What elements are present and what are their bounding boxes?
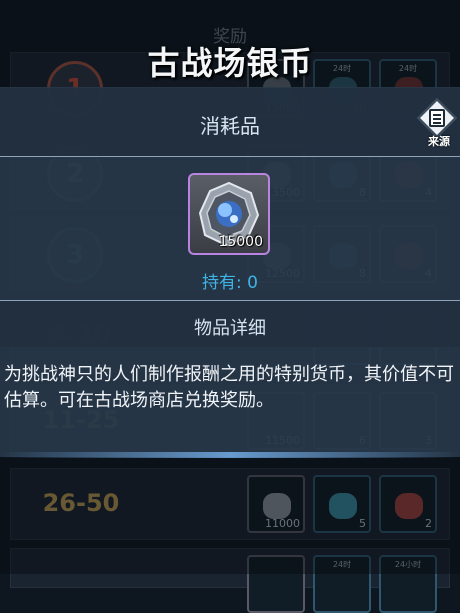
owned-count: 持有: 0 xyxy=(202,273,258,293)
item-category: 消耗品 xyxy=(200,114,260,138)
item-slot[interactable]: 15000 xyxy=(188,173,270,255)
panel-bottom-glow xyxy=(0,452,460,458)
item-description: 为挑战神只的人们制作报酬之用的特别货币，其价值不可估算。可在古战场商店兑换奖励。 xyxy=(4,364,454,411)
item-detail-heading: 物品详细 xyxy=(194,318,266,339)
list-icon xyxy=(429,109,445,127)
source-label: 来源 xyxy=(428,135,450,148)
item-count: 15000 xyxy=(218,234,263,250)
source-button[interactable]: 来源 xyxy=(417,98,460,148)
item-name-title: 古战场银币 xyxy=(147,44,313,82)
divider xyxy=(0,156,460,157)
